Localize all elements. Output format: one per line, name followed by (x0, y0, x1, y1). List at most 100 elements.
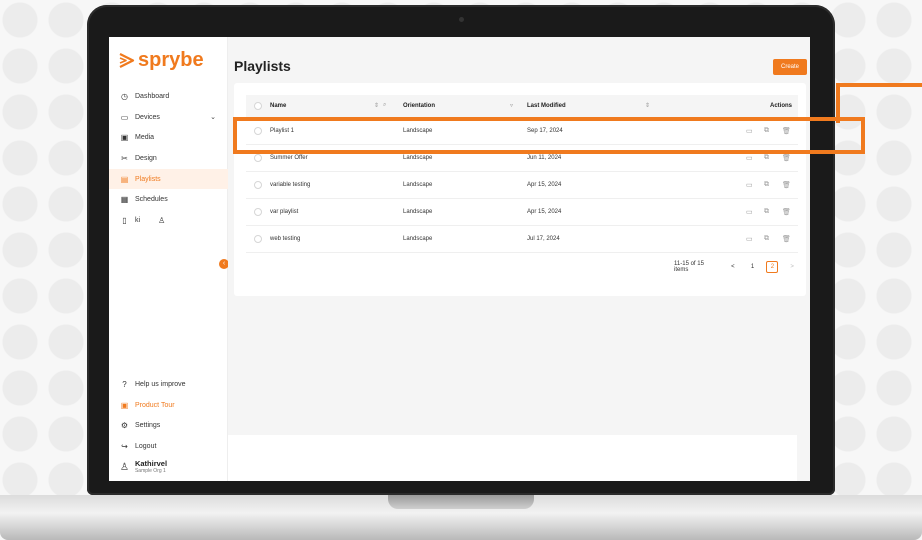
cell-last-modified: Apr 15, 2024 (527, 182, 562, 188)
copy-icon[interactable]: ⧉ (764, 208, 769, 216)
page-title: Playlists (234, 58, 291, 74)
playlists-table-card: Name ⇕ ⌕ Orientation ▿ Last Modified ⇕ A… (234, 83, 806, 296)
sidebar-item-schedules[interactable]: ▦ Schedules (109, 189, 228, 210)
page-button-2[interactable]: 2 (766, 261, 779, 273)
schedules-icon: ▦ (120, 195, 129, 205)
help-icon: ? (122, 379, 127, 389)
sidebar-item-media[interactable]: ▣ Media (109, 127, 228, 148)
cell-orientation: Landscape (403, 209, 433, 215)
user-profile[interactable]: ♙ Kathirvel Sample Org 1 (120, 459, 168, 475)
table-row[interactable]: var playlist Landscape Apr 15, 2024 ▭ ⧉ … (246, 199, 798, 226)
sidebar-bottom-nav: ? Help us improve ▣ Product Tour ⚙ Setti… (109, 374, 228, 457)
next-page-button[interactable]: > (786, 261, 798, 273)
highlight-row-callout (233, 117, 865, 154)
pagination-summary: 11-15 of 15 items (674, 261, 704, 273)
sidebar-item-logout[interactable]: ↪ Logout (109, 436, 228, 457)
sidebar-item-devices[interactable]: ▭ Devices ⌄ (109, 107, 228, 128)
cell-name[interactable]: variable testing (270, 182, 310, 188)
sidebar-item-design[interactable]: ✂ Design (109, 148, 228, 169)
delete-icon[interactable]: 🗑 (782, 235, 791, 243)
row-checkbox[interactable] (254, 235, 262, 243)
sort-icon[interactable]: ⇕ (374, 102, 379, 109)
user-icon: ♙ (120, 461, 129, 473)
sidebar-item-help[interactable]: ? Help us improve (109, 374, 228, 395)
header-name[interactable]: Name (270, 103, 286, 109)
filter-icon[interactable]: ▿ (510, 102, 513, 109)
camera-icon (459, 17, 464, 22)
chevron-down-icon[interactable]: ⌄ (210, 113, 216, 121)
sidebar-item-label: Help us improve (135, 380, 186, 388)
header-orientation[interactable]: Orientation (403, 103, 435, 109)
cell-last-modified: Apr 15, 2024 (527, 209, 562, 215)
cell-orientation: Landscape (403, 155, 433, 161)
search-icon[interactable]: ⌕ (383, 102, 386, 109)
sidebar-item-settings[interactable]: ⚙ Settings (109, 415, 228, 436)
sprybe-logo-icon (119, 53, 135, 68)
app-logo[interactable]: sprybe (118, 49, 204, 72)
delete-icon[interactable]: 🗑 (782, 181, 791, 189)
logo-text: sprybe (138, 49, 204, 71)
row-checkbox[interactable] (254, 181, 262, 189)
copy-icon[interactable]: ⧉ (764, 235, 769, 243)
copy-icon[interactable]: ⧉ (764, 181, 769, 189)
prev-page-button[interactable]: < (727, 261, 739, 273)
sidebar-nav: ◷ Dashboard ▭ Devices ⌄ ▣ Media ✂ Design… (109, 86, 228, 231)
row-checkbox[interactable] (254, 208, 262, 216)
logout-icon: ↪ (121, 441, 128, 451)
doc-icon: ▯ (122, 215, 127, 225)
main-content: Playlists Create Name ⇕ ⌕ Orientation ▿ … (228, 37, 810, 481)
row-checkbox[interactable] (254, 154, 262, 162)
sidebar-item-label: Product Tour (135, 401, 175, 409)
sort-icon[interactable]: ⇕ (645, 102, 650, 109)
cell-orientation: Landscape (403, 236, 433, 242)
app-screen: sprybe ◷ Dashboard ▭ Devices ⌄ ▣ Media ✂… (109, 37, 810, 481)
person-icon: ♙ (158, 215, 166, 225)
create-button[interactable]: Create (773, 59, 807, 75)
copy-icon[interactable]: ⧉ (764, 154, 769, 162)
delete-icon[interactable]: 🗑 (782, 208, 791, 216)
cell-name[interactable]: var playlist (270, 209, 298, 215)
preview-icon[interactable]: ▭ (746, 208, 753, 216)
cell-last-modified: Jul 17, 2024 (527, 236, 560, 242)
header-actions: Actions (770, 103, 793, 109)
sidebar: sprybe ◷ Dashboard ▭ Devices ⌄ ▣ Media ✂… (109, 37, 229, 481)
page-button-1[interactable]: 1 (747, 261, 759, 273)
sidebar-item-label: Schedules (135, 196, 168, 204)
media-icon: ▣ (120, 133, 129, 143)
gear-icon: ⚙ (120, 421, 129, 431)
sidebar-item-playlists[interactable]: ▤ Playlists (109, 168, 228, 190)
select-all-checkbox[interactable] (254, 102, 262, 110)
sidebar-item-label: Media (135, 134, 155, 142)
playlist-icon: ▤ (120, 174, 129, 184)
user-org: Sample Org 1 (134, 468, 166, 474)
table-header: Name ⇕ ⌕ Orientation ▿ Last Modified ⇕ A… (246, 95, 798, 118)
sidebar-item-label: Devices (135, 113, 160, 121)
preview-icon[interactable]: ▭ (746, 154, 753, 162)
footer-area (228, 435, 797, 481)
preview-icon[interactable]: ▭ (746, 235, 753, 243)
delete-icon[interactable]: 🗑 (782, 154, 791, 162)
cell-name[interactable]: Summer Offer (270, 155, 308, 161)
cell-orientation: Landscape (403, 182, 433, 188)
table-row[interactable]: web testing Landscape Jul 17, 2024 ▭ ⧉ 🗑 (246, 226, 798, 253)
design-icon: ✂ (121, 153, 128, 163)
preview-icon[interactable]: ▭ (746, 181, 753, 189)
callout-connector (836, 83, 922, 123)
cell-name[interactable]: web testing (270, 236, 300, 242)
sidebar-item-ki[interactable]: ▯ ki ♙ (109, 210, 228, 231)
cell-last-modified: Jun 11, 2024 (527, 155, 562, 161)
sidebar-item-dashboard[interactable]: ◷ Dashboard (109, 86, 228, 107)
laptop-notch (388, 495, 534, 509)
table-row[interactable]: variable testing Landscape Apr 15, 2024 … (246, 172, 798, 199)
user-name: Kathirvel (134, 459, 168, 468)
sidebar-item-label: Design (135, 154, 157, 162)
tour-icon: ▣ (120, 400, 129, 410)
header-last-modified[interactable]: Last Modified (527, 103, 566, 109)
devices-icon: ▭ (120, 112, 129, 122)
laptop-base (0, 495, 922, 540)
sidebar-item-product-tour[interactable]: ▣ Product Tour (109, 395, 228, 416)
sidebar-item-label: ki (135, 216, 141, 224)
sidebar-item-label: Settings (135, 422, 161, 430)
pagination: 11-15 of 15 items < 1 2 > (674, 261, 806, 273)
dashboard-icon: ◷ (121, 91, 128, 101)
